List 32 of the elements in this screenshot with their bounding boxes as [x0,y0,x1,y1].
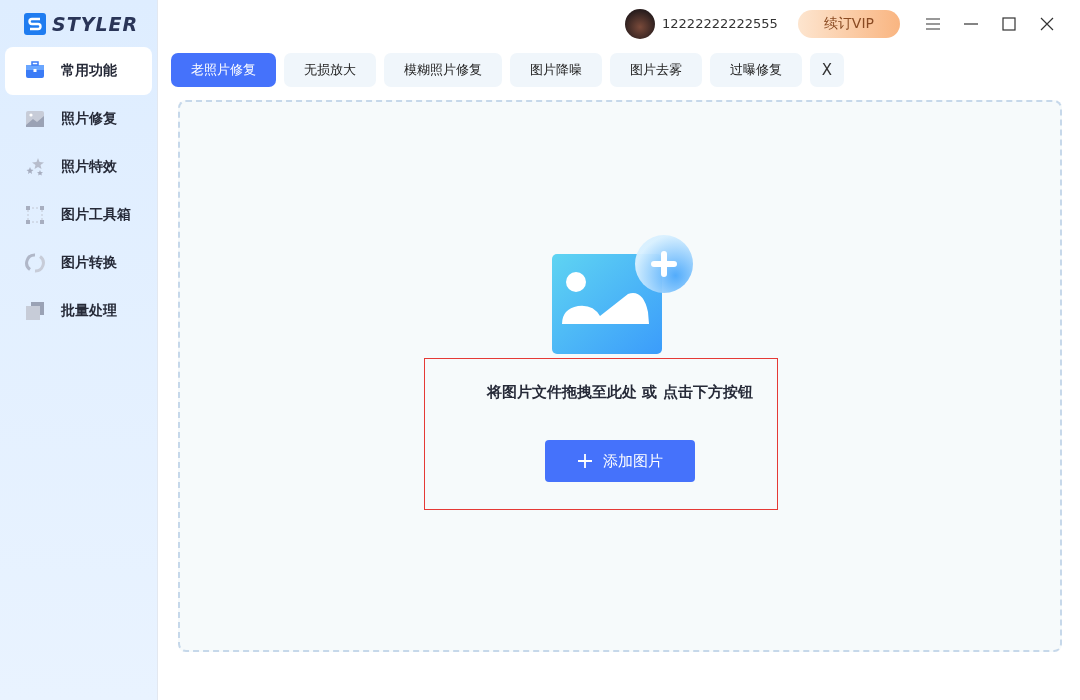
tab[interactable]: 模糊照片修复 [384,53,502,87]
stars-icon [25,157,45,177]
add-image-button[interactable]: 添加图片 [545,440,695,482]
sidebar-item[interactable]: 图片转换 [5,239,152,287]
batch-icon [25,301,45,321]
sidebar-item[interactable]: 批量处理 [5,287,152,335]
menu-icon [925,15,941,32]
tab[interactable]: 图片去雾 [610,53,702,87]
sidebar-item[interactable]: 照片特效 [5,143,152,191]
photo-icon [25,109,45,129]
maximize-icon [1001,15,1017,32]
logo-icon [24,12,46,35]
username: 12222222222555 [662,16,778,31]
vip-button[interactable]: 续订VIP [797,9,900,38]
drop-zone[interactable]: 将图片文件拖拽至此处 或 点击下方按钮 添加图片 [178,100,1062,652]
convert-icon [25,253,45,273]
tab[interactable]: 图片降噪 [510,53,602,87]
sidebar-item[interactable]: 常用功能 [5,47,152,95]
avatar[interactable] [625,8,656,39]
plus-icon [577,453,593,469]
close-icon [1039,15,1055,32]
frame-icon [25,205,45,225]
sidebar-item[interactable]: 图片工具箱 [5,191,152,239]
minimize-icon [963,22,979,25]
toolbox-icon [25,61,45,81]
tab[interactable]: 老照片修复 [171,53,276,87]
close-tabs-button[interactable]: X [810,53,844,87]
drop-hint: 将图片文件拖拽至此处 或 点击下方按钮 [487,383,753,402]
sidebar-item[interactable]: 照片修复 [5,95,152,143]
app-logo-text: STYLER [52,12,139,35]
tab[interactable]: 无损放大 [284,53,376,87]
tab[interactable]: 过曝修复 [710,53,802,87]
